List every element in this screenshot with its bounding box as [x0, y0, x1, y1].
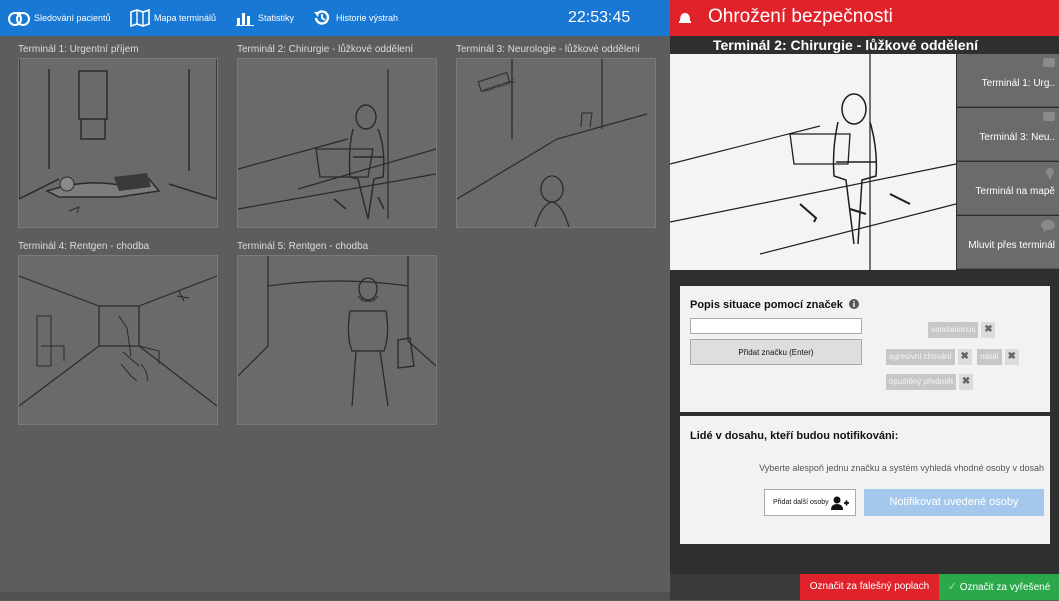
- remove-tag-icon[interactable]: ✖: [957, 349, 972, 365]
- checkmark-icon: ✓: [947, 581, 957, 593]
- nav-map[interactable]: Mapa terminálů: [130, 0, 216, 36]
- tag-chip-label: opuštěný předmět: [886, 374, 957, 390]
- terminal-tile-label: Terminál 4: Rentgen - chodba: [18, 241, 150, 252]
- switch-terminal-1-button[interactable]: Terminál 1: Urg..: [957, 54, 1059, 107]
- camera-feed-thumbnail: [18, 255, 218, 425]
- history-icon: [314, 10, 330, 25]
- left-bottom-strip: [0, 592, 670, 600]
- action-footer: Označit za falešný poplach ✓ Označit za …: [670, 574, 1059, 600]
- clock: 22:53:45: [568, 9, 631, 26]
- nav-patients[interactable]: Sledování pacientů: [8, 0, 111, 36]
- tag-chip-label: násilí: [977, 349, 1002, 365]
- camera-feed-thumbnail: [237, 255, 437, 425]
- map-icon: [130, 9, 150, 27]
- terminal-tile-4[interactable]: Terminál 4: Rentgen - chodba: [18, 241, 218, 425]
- add-user-icon: [831, 496, 849, 510]
- notify-panel-title: Lidé v dosahu, kteří budou notifikováni:: [690, 430, 899, 442]
- mark-resolved-label: Označit za vyřešené: [959, 582, 1051, 593]
- notify-panel: Lidé v dosahu, kteří budou notifikováni:…: [680, 416, 1050, 544]
- side-button-label: Terminál na mapě: [975, 186, 1055, 197]
- nav-stats[interactable]: Statistiky: [236, 0, 294, 36]
- tag-chip-label: agresivní chování: [886, 349, 955, 365]
- side-button-label: Mluvit přes terminál: [968, 240, 1055, 251]
- tag-chip: vandalismus ✖: [928, 322, 996, 338]
- nav-history-label: Historie výstrah: [336, 13, 399, 23]
- notify-people-button[interactable]: Notifikovat uvedené osoby: [864, 489, 1044, 516]
- terminal-grid-area: Sledování pacientů Mapa terminálů Statis…: [0, 0, 670, 600]
- nav-map-label: Mapa terminálů: [154, 13, 217, 23]
- alert-terminal-title: Terminál 2: Chirurgie - lůžkové oddělení: [713, 37, 979, 53]
- terminal-tile-5[interactable]: Terminál 5: Rentgen - chodba: [237, 241, 437, 425]
- remove-tag-icon[interactable]: ✖: [959, 374, 974, 390]
- terminal-tile-3[interactable]: Terminál 3: Neurologie - lůžkové oddělen…: [456, 44, 656, 228]
- add-people-label: Přidat další osoby: [773, 499, 829, 506]
- binoculars-icon: [8, 12, 30, 26]
- tags-panel-title-text: Popis situace pomocí značek: [690, 299, 843, 311]
- tag-chip-label: vandalismus: [928, 322, 979, 338]
- terminal-tile-label: Terminál 2: Chirurgie - lůžkové oddělení: [237, 44, 414, 55]
- camera-icon: [1043, 112, 1055, 121]
- alert-header: Ohrožení bezpečnosti: [670, 0, 1059, 36]
- info-icon[interactable]: [848, 299, 859, 309]
- side-button-label: Terminál 3: Neu..: [979, 132, 1055, 143]
- tag-input[interactable]: [690, 318, 862, 334]
- remove-tag-icon[interactable]: ✖: [1004, 349, 1019, 365]
- notify-hint: Vyberte alespoň jednu značku a systém vy…: [759, 463, 1044, 473]
- speech-bubble-icon: [1041, 220, 1055, 232]
- tag-chip: opuštěný předmět ✖: [886, 374, 974, 390]
- terminal-tile-1[interactable]: Terminál 1: Urgentní příjem: [18, 44, 218, 228]
- alert-siren-icon: [679, 13, 691, 23]
- bar-chart-icon: [236, 13, 254, 26]
- add-tag-button[interactable]: Přidat značku (Enter): [690, 339, 862, 365]
- tag-chip: násilí ✖: [977, 349, 1019, 365]
- top-nav-bar: Sledování pacientů Mapa terminálů Statis…: [0, 0, 670, 36]
- talk-through-terminal-button[interactable]: Mluvit přes terminál: [957, 216, 1059, 269]
- tags-panel: Popis situace pomocí značek Přidat značk…: [680, 286, 1050, 412]
- terminal-tile-2[interactable]: Terminál 2: Chirurgie - lůžkové oddělení: [237, 44, 437, 228]
- nav-patients-label: Sledování pacientů: [34, 13, 111, 23]
- terminal-tile-label: Terminál 1: Urgentní příjem: [18, 44, 139, 55]
- add-people-button[interactable]: Přidat další osoby: [764, 489, 856, 516]
- mark-resolved-button[interactable]: ✓ Označit za vyřešené: [939, 574, 1059, 600]
- nav-history[interactable]: Historie výstrah: [312, 0, 398, 36]
- tag-chip: agresivní chování ✖: [886, 349, 972, 365]
- switch-terminal-3-button[interactable]: Terminál 3: Neu..: [957, 108, 1059, 161]
- camera-icon: [1043, 58, 1055, 67]
- alert-title: Ohrožení bezpečnosti: [708, 6, 893, 27]
- remove-tag-icon[interactable]: ✖: [981, 322, 996, 338]
- terminal-tile-label: Terminál 5: Rentgen - chodba: [237, 241, 369, 252]
- camera-feed-thumbnail: NEUROLOGIE: [456, 58, 656, 228]
- nav-stats-label: Statistiky: [258, 13, 295, 23]
- false-alarm-button[interactable]: Označit za falešný poplach: [800, 574, 939, 600]
- side-button-label: Terminál 1: Urg..: [981, 78, 1055, 89]
- map-pin-icon: [1046, 168, 1054, 180]
- tags-panel-title: Popis situace pomocí značek: [690, 299, 859, 311]
- camera-feed-thumbnail: [18, 58, 218, 228]
- terminal-on-map-button[interactable]: Terminál na mapě: [957, 162, 1059, 215]
- alert-subheader: Terminál 2: Chirurgie - lůžkové oddělení: [670, 36, 1059, 54]
- terminal-tile-label: Terminál 3: Neurologie - lůžkové oddělen…: [456, 44, 640, 55]
- alert-detail-pane: Ohrožení bezpečnosti Terminál 2: Chirurg…: [669, 0, 1059, 600]
- camera-feed-thumbnail: [237, 58, 437, 228]
- live-video-feed: < >: [669, 54, 957, 315]
